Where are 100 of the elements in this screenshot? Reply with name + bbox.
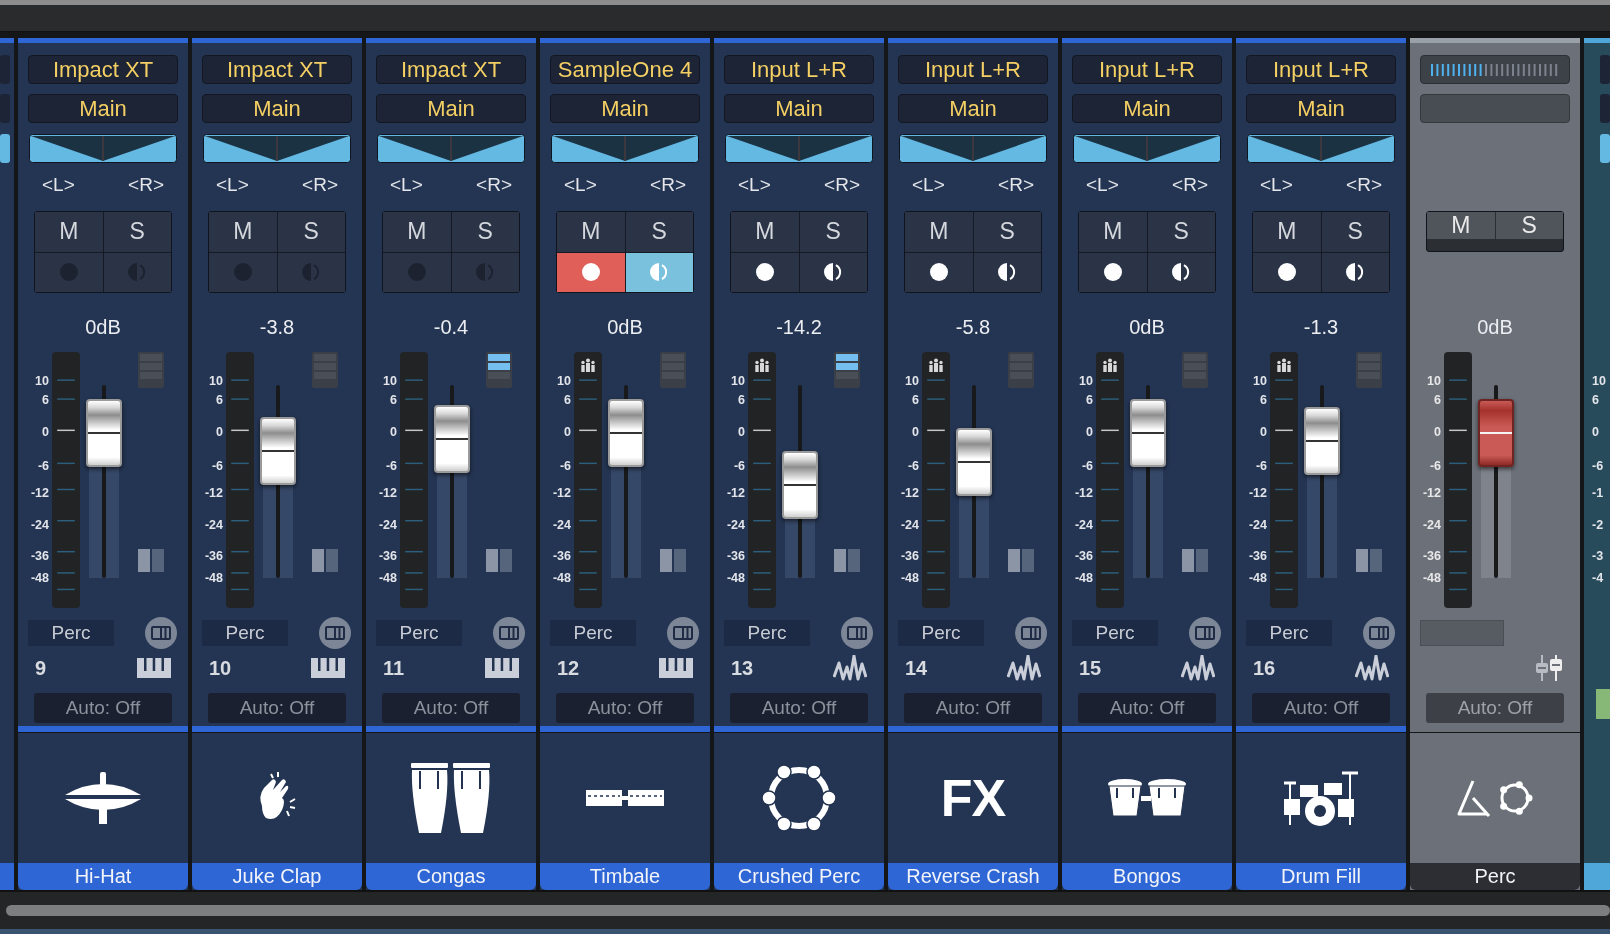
channel-layout-icon[interactable] [1014, 616, 1048, 650]
channel-layout-icon[interactable] [666, 616, 700, 650]
output-selector[interactable]: Main [724, 94, 874, 123]
mute-button[interactable]: M [35, 212, 103, 252]
group-label[interactable]: Perc [376, 620, 462, 646]
pan-control[interactable] [1247, 134, 1395, 163]
channel-layout-icon[interactable] [492, 616, 526, 650]
group-label[interactable]: Perc [898, 620, 984, 646]
solo-button[interactable]: S [277, 212, 345, 252]
track-name[interactable]: Drum Fill [1236, 863, 1406, 890]
instrument-selector[interactable]: SampleOne 4 [550, 55, 700, 84]
pan-control[interactable] [29, 134, 177, 163]
group-label[interactable]: Perc [724, 620, 810, 646]
instrument-selector[interactable]: Impact XT [376, 55, 526, 84]
output-selector[interactable]: Main [1072, 94, 1222, 123]
volume-fader[interactable] [1128, 385, 1168, 578]
solo-button[interactable]: S [1147, 212, 1215, 252]
track-name[interactable]: Congas [366, 863, 536, 890]
output-selector[interactable]: Main [28, 94, 178, 123]
volume-fader[interactable] [84, 385, 124, 578]
output-selector[interactable]: Main [898, 94, 1048, 123]
mute-button[interactable]: M [1427, 212, 1495, 239]
automation-button[interactable]: Auto: Off [1252, 693, 1390, 723]
automation-button[interactable]: Auto: Off [208, 693, 346, 723]
automation-button[interactable]: Auto: Off [730, 693, 868, 723]
track-name[interactable]: Juke Clap [192, 863, 362, 890]
instrument-selector[interactable]: Impact XT [202, 55, 352, 84]
volume-fader[interactable] [432, 385, 472, 578]
record-button[interactable] [557, 252, 625, 292]
mute-button[interactable]: M [383, 212, 451, 252]
fader-knob[interactable] [86, 399, 122, 468]
fader-knob[interactable] [1478, 399, 1514, 468]
solo-button[interactable]: S [799, 212, 867, 252]
fader-knob[interactable] [608, 399, 644, 468]
record-button[interactable] [905, 252, 973, 292]
pan-control[interactable] [203, 134, 351, 163]
automation-button[interactable]: Auto: Off [34, 693, 172, 723]
horizontal-scrollbar[interactable] [6, 905, 1610, 916]
output-selector[interactable]: Main [1246, 94, 1396, 123]
monitor-button[interactable] [799, 252, 867, 292]
volume-fader[interactable] [1302, 385, 1342, 578]
fader-knob[interactable] [1130, 399, 1166, 468]
mute-button[interactable]: M [557, 212, 625, 252]
record-button[interactable] [1253, 252, 1321, 292]
solo-button[interactable]: S [103, 212, 171, 252]
monitor-button[interactable] [1321, 252, 1389, 292]
solo-button[interactable]: S [625, 212, 693, 252]
output-selector[interactable]: Main [376, 94, 526, 123]
track-name[interactable]: Crushed Perc [714, 863, 884, 890]
solo-button[interactable]: S [973, 212, 1041, 252]
channel-layout-icon[interactable] [1188, 616, 1222, 650]
track-name[interactable]: Reverse Crash [888, 863, 1058, 890]
track-name[interactable]: Bongos [1062, 863, 1232, 890]
mute-button[interactable]: M [1079, 212, 1147, 252]
mute-button[interactable]: M [905, 212, 973, 252]
output-selector[interactable]: Main [550, 94, 700, 123]
automation-button[interactable]: Auto: Off [904, 693, 1042, 723]
fader-knob[interactable] [434, 405, 470, 474]
monitor-button[interactable] [973, 252, 1041, 292]
monitor-button[interactable] [625, 252, 693, 292]
channel-layout-icon[interactable] [840, 616, 874, 650]
channel-layout-icon[interactable] [144, 616, 178, 650]
automation-button[interactable]: Auto: Off [382, 693, 520, 723]
record-button[interactable] [1079, 252, 1147, 292]
mute-button[interactable]: M [1253, 212, 1321, 252]
instrument-selector[interactable]: Input L+R [724, 55, 874, 84]
pan-control[interactable] [377, 134, 525, 163]
pan-control[interactable] [551, 134, 699, 163]
track-name[interactable]: Hi-Hat [18, 863, 188, 890]
instrument-selector[interactable]: Impact XT [28, 55, 178, 84]
group-label[interactable]: Perc [1072, 620, 1158, 646]
instrument-selector[interactable]: Input L+R [1246, 55, 1396, 84]
solo-button[interactable]: S [451, 212, 519, 252]
automation-button[interactable]: Auto: Off [1078, 693, 1216, 723]
instrument-selector[interactable]: Input L+R [898, 55, 1048, 84]
fader-knob[interactable] [956, 428, 992, 497]
group-label[interactable]: Perc [202, 620, 288, 646]
group-label[interactable]: Perc [28, 620, 114, 646]
mute-button[interactable]: M [209, 212, 277, 252]
pan-control[interactable] [1073, 134, 1221, 163]
output-selector[interactable]: Main [202, 94, 352, 123]
volume-fader[interactable] [606, 385, 646, 578]
automation-button[interactable]: Auto: Off [556, 693, 694, 723]
track-name[interactable]: Perc [1410, 863, 1580, 890]
channel-layout-icon[interactable] [1362, 616, 1396, 650]
volume-fader[interactable] [780, 385, 820, 578]
channel-layout-icon[interactable] [318, 616, 352, 650]
monitor-button[interactable] [1147, 252, 1215, 292]
group-label[interactable]: Perc [550, 620, 636, 646]
pan-control[interactable] [899, 134, 1047, 163]
group-label[interactable]: Perc [1246, 620, 1332, 646]
track-name[interactable]: Timbale [540, 863, 710, 890]
solo-button[interactable]: S [1321, 212, 1389, 252]
volume-fader[interactable] [954, 385, 994, 578]
solo-button[interactable]: S [1495, 212, 1563, 239]
mute-button[interactable]: M [731, 212, 799, 252]
record-button[interactable] [731, 252, 799, 292]
fader-knob[interactable] [782, 451, 818, 520]
fader-knob[interactable] [1304, 406, 1340, 475]
volume-fader[interactable] [258, 385, 298, 578]
